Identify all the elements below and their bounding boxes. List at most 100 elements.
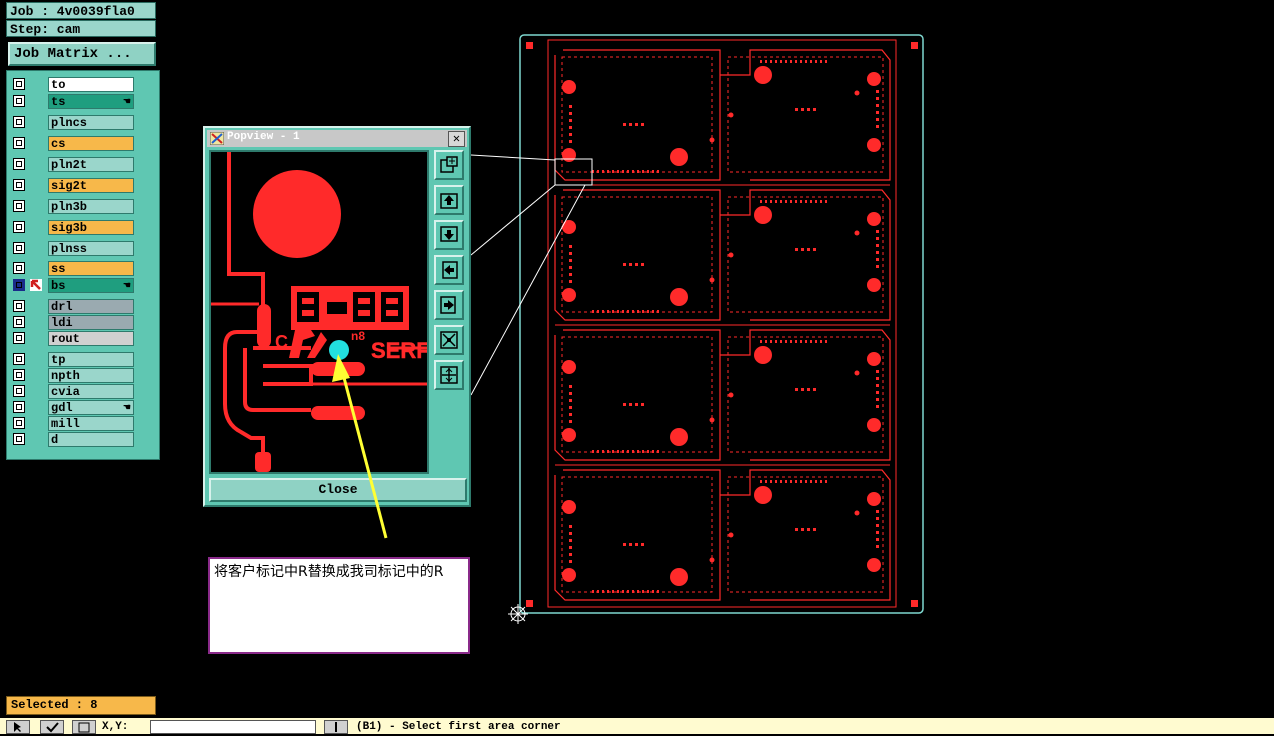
pad — [754, 346, 772, 364]
zoom-in-button[interactable] — [434, 150, 464, 180]
layer-checkbox[interactable] — [13, 417, 25, 429]
layer-name[interactable]: rout — [48, 331, 134, 346]
layer-name[interactable]: tp — [48, 352, 134, 367]
pan-right-button[interactable] — [434, 290, 464, 320]
layer-checkbox[interactable] — [13, 242, 25, 254]
layer-checkbox[interactable] — [13, 316, 25, 328]
via — [760, 340, 762, 343]
close-icon[interactable]: ✕ — [448, 131, 465, 147]
via — [813, 388, 816, 391]
select-tool-button[interactable] — [6, 720, 30, 734]
layer-checkbox[interactable] — [13, 179, 25, 191]
pan-left-button[interactable] — [434, 255, 464, 285]
layer-row[interactable]: rout — [10, 331, 134, 347]
snap-icon — [78, 722, 90, 733]
layer-row[interactable]: pln2t — [10, 157, 134, 178]
layer-name[interactable]: d — [48, 432, 134, 447]
layer-name[interactable]: drl — [48, 299, 134, 314]
pan-left-icon — [442, 261, 458, 279]
xy-input[interactable] — [150, 720, 316, 734]
pan-up-button[interactable] — [434, 185, 464, 215]
layer-checkbox[interactable] — [13, 300, 25, 312]
layer-name[interactable]: bs ☚ — [48, 278, 134, 293]
layer-row[interactable]: ts ☚ — [10, 94, 134, 111]
layer-row[interactable]: ss — [10, 261, 134, 278]
snap-tool-button[interactable] — [72, 720, 96, 734]
popview-titlebar[interactable]: Popview - 1 ✕ — [207, 130, 467, 147]
layer-name[interactable]: to — [48, 77, 134, 92]
layer-checkbox[interactable] — [13, 369, 25, 381]
via — [632, 170, 634, 173]
layer-row[interactable]: tp — [10, 352, 134, 368]
layer-checkbox[interactable] — [13, 279, 25, 291]
layer-name[interactable]: ss — [48, 261, 134, 276]
layer-checkbox[interactable] — [13, 353, 25, 365]
layer-row[interactable]: ldi — [10, 315, 134, 331]
layer-row[interactable]: plnss — [10, 241, 134, 262]
via — [780, 340, 782, 343]
layer-row[interactable]: plncs — [10, 115, 134, 136]
layer-row[interactable]: gdl ☚ — [10, 400, 134, 416]
layer-name[interactable]: cvia — [48, 384, 134, 399]
layer-checkbox[interactable] — [13, 221, 25, 233]
layer-checkbox[interactable] — [13, 95, 25, 107]
layer-name[interactable]: pln2t — [48, 157, 134, 172]
layer-checkbox[interactable] — [13, 200, 25, 212]
via — [652, 310, 654, 313]
via — [795, 200, 797, 203]
layer-row[interactable]: bs ☚ — [10, 278, 134, 295]
pan-down-button[interactable] — [434, 220, 464, 250]
layer-checkbox[interactable] — [13, 158, 25, 170]
via — [876, 531, 879, 534]
layer-name[interactable]: ts ☚ — [48, 94, 134, 109]
layer-checkbox[interactable] — [13, 401, 25, 413]
via — [770, 340, 772, 343]
layer-name[interactable]: plnss — [48, 241, 134, 256]
layer-row[interactable]: d — [10, 432, 134, 448]
layer-checkbox[interactable] — [13, 433, 25, 445]
layer-name[interactable]: mill — [48, 416, 134, 431]
layer-checkbox[interactable] — [13, 385, 25, 397]
layer-row[interactable]: to — [10, 77, 134, 94]
layer-checkbox[interactable] — [13, 137, 25, 149]
job-matrix-button[interactable]: Job Matrix ... — [8, 42, 156, 66]
pad — [867, 212, 881, 226]
layer-checkbox[interactable] — [13, 116, 25, 128]
coord-toggle-button[interactable] — [324, 720, 348, 734]
annotation-arrow — [332, 354, 388, 539]
layer-name[interactable]: plncs — [48, 115, 134, 130]
layer-row[interactable]: mill — [10, 416, 134, 432]
via — [569, 112, 572, 115]
layer-affected-icon: ☚ — [122, 403, 131, 413]
layer-row[interactable]: pln3b — [10, 199, 134, 220]
via — [569, 385, 572, 388]
layer-row[interactable]: sig3b — [10, 220, 134, 241]
layer-row[interactable]: cvia — [10, 384, 134, 400]
layer-row[interactable]: cs — [10, 136, 134, 157]
via — [876, 111, 879, 114]
layer-checkbox[interactable] — [13, 78, 25, 90]
layer-row[interactable]: npth — [10, 368, 134, 384]
layer-name[interactable]: pln3b — [48, 199, 134, 214]
layer-row[interactable]: sig2t — [10, 178, 134, 199]
layer-name[interactable]: sig2t — [48, 178, 134, 193]
via — [622, 450, 624, 453]
svg-text:C: C — [275, 332, 288, 352]
layer-name[interactable]: cs — [48, 136, 134, 151]
layer-name[interactable]: sig3b — [48, 220, 134, 235]
layer-checkbox[interactable] — [13, 332, 25, 344]
layer-name[interactable]: npth — [48, 368, 134, 383]
zoom-out-button[interactable] — [434, 360, 464, 390]
via — [569, 413, 572, 416]
via — [780, 480, 782, 483]
via — [602, 170, 604, 173]
layer-name[interactable]: gdl ☚ — [48, 400, 134, 415]
fit-button[interactable] — [434, 325, 464, 355]
layer-row[interactable]: drl — [10, 299, 134, 315]
via — [876, 97, 879, 100]
via — [876, 377, 879, 380]
zoom-projection-line — [470, 154, 556, 161]
check-tool-button[interactable] — [40, 720, 64, 734]
layer-name[interactable]: ldi — [48, 315, 134, 330]
layer-checkbox[interactable] — [13, 262, 25, 274]
